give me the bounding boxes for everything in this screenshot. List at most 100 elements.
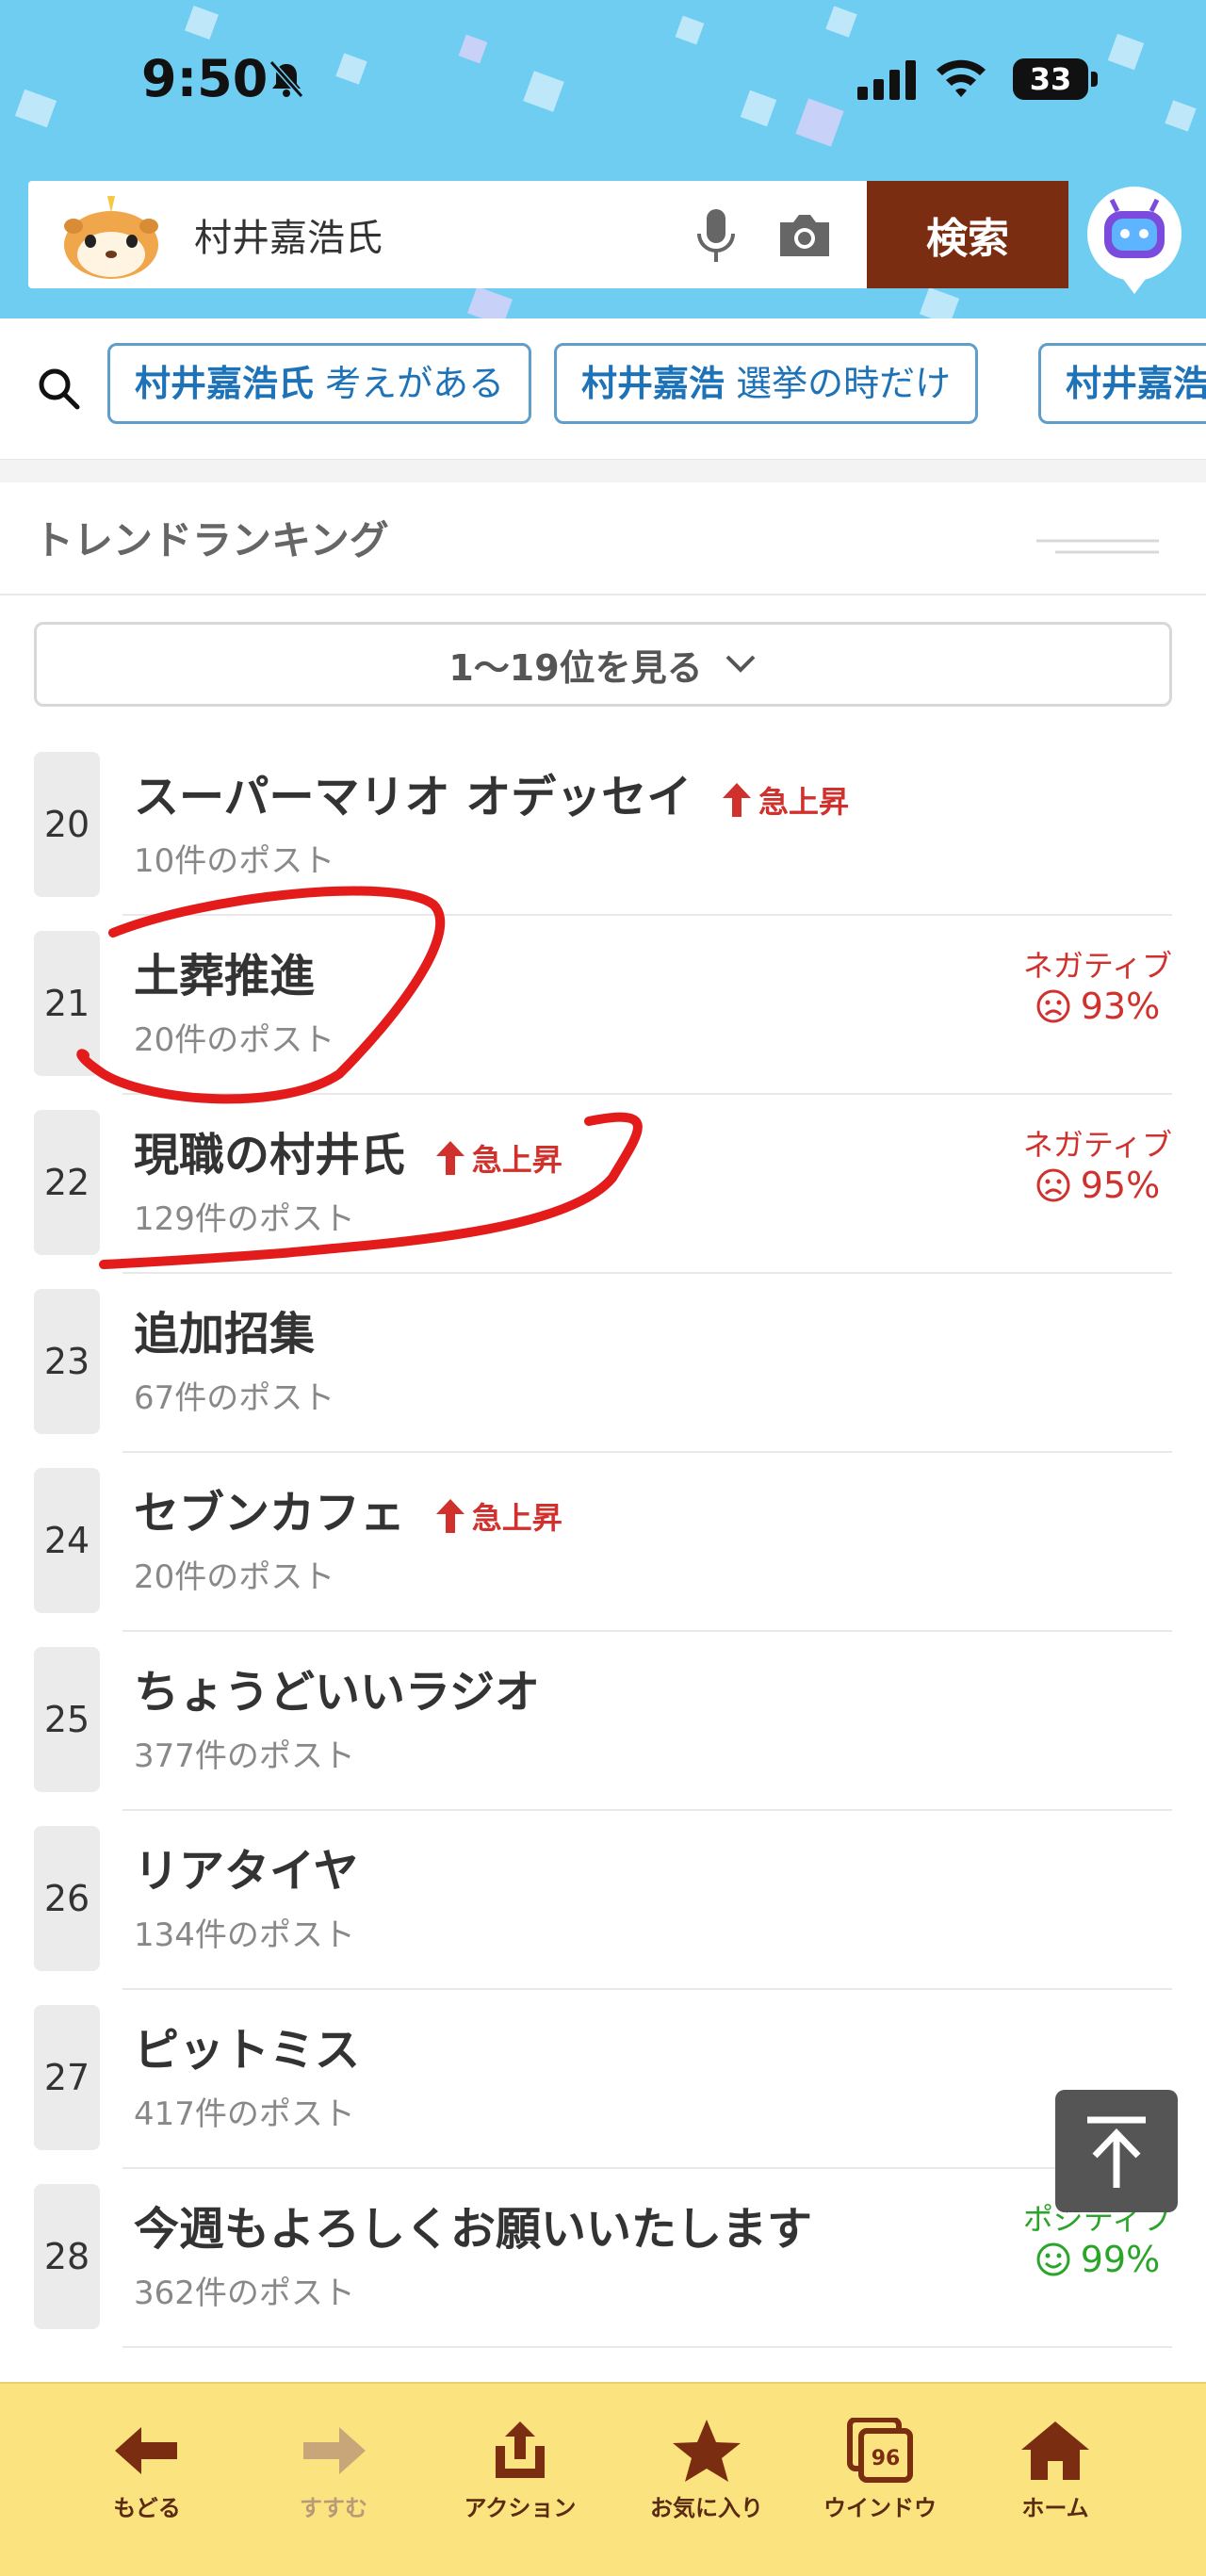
rank-number: 24 — [34, 1468, 100, 1613]
divider — [122, 2346, 1172, 2348]
section-gap — [0, 460, 1206, 482]
window-count-badge: 96 — [872, 2447, 901, 2470]
ranking-row[interactable]: 27 ピットミス 417件のポスト — [0, 1990, 1206, 2169]
camera-icon[interactable] — [774, 209, 835, 262]
chip-keyword: 村井嘉浩氏 — [135, 363, 315, 404]
nav-action[interactable]: アクション — [445, 2418, 595, 2522]
nav-favorites[interactable]: お気に入り — [631, 2418, 782, 2522]
nav-label: すすむ — [300, 2495, 367, 2521]
scroll-to-top-button[interactable] — [1055, 2090, 1178, 2212]
arrow-up-icon — [1087, 2116, 1146, 2188]
sentiment-indicator: ネガティブ 95% — [1023, 1121, 1172, 1207]
post-count: 362件のポスト — [134, 2274, 355, 2312]
trend-title: リアタイヤ — [134, 1845, 359, 1898]
status-bar: 9:50 33 — [0, 0, 1206, 160]
chip-suffix: 選挙の時だけ — [725, 363, 952, 404]
search-bar: 検索 — [28, 181, 1068, 288]
trend-title-text: 現職の村井氏 — [134, 1129, 406, 1182]
windows-icon: 96 — [847, 2418, 913, 2483]
rising-badge: 急上昇 — [435, 1136, 562, 1180]
smile-face-icon — [1036, 2242, 1070, 2276]
rank-number: 22 — [34, 1110, 100, 1255]
ranking-row[interactable]: 24 セブンカフェ 急上昇 20件のポスト — [0, 1453, 1206, 1632]
home-icon — [1021, 2421, 1089, 2480]
trend-title: 追加招集 — [134, 1308, 316, 1361]
rising-badge: 急上昇 — [435, 1494, 562, 1538]
blurred-decoration — [1036, 539, 1159, 554]
sentiment-value: 93% — [1080, 986, 1161, 1027]
nav-label: お気に入り — [650, 2495, 763, 2521]
post-count: 10件のポスト — [134, 842, 335, 880]
ranking-row[interactable]: 28 今週もよろしくお願いいたします 362件のポスト ポジティブ 99% — [0, 2169, 1206, 2348]
trend-title: セブンカフェ 急上昇 — [134, 1475, 562, 1541]
post-count: 134件のポスト — [134, 1916, 355, 1954]
expand-label: 1〜19位を見る — [448, 646, 703, 689]
wifi-icon — [937, 59, 986, 97]
nav-label: ウインドウ — [823, 2495, 937, 2521]
chip-keyword: 村井嘉浩 — [581, 363, 725, 404]
rank-number: 27 — [34, 2005, 100, 2150]
bottom-navigation: もどる すすむ アクション お気に入り 96 ウインドウ ホーム — [0, 2382, 1206, 2576]
nav-home[interactable]: ホーム — [980, 2418, 1131, 2522]
nav-label: ホーム — [1021, 2495, 1089, 2521]
post-count: 20件のポスト — [134, 1021, 335, 1059]
rank-number: 26 — [34, 1826, 100, 1971]
search-icon — [39, 368, 80, 410]
trend-title: スーパーマリオ オデッセイ 急上昇 — [134, 759, 849, 825]
divider — [0, 594, 1206, 595]
post-count: 377件のポスト — [134, 1737, 355, 1775]
sentiment-indicator: ネガティブ 93% — [1023, 942, 1172, 1028]
battery-level: 33 — [1029, 61, 1072, 97]
suggestion-chip[interactable]: 村井嘉浩 — [1038, 343, 1206, 424]
nav-windows[interactable]: 96 ウインドウ — [805, 2418, 955, 2522]
trend-title: 現職の村井氏 急上昇 — [134, 1117, 562, 1183]
search-input[interactable] — [194, 200, 675, 269]
post-count: 67件のポスト — [134, 1379, 335, 1417]
search-button[interactable]: 検索 — [867, 181, 1068, 288]
rank-number: 25 — [34, 1647, 100, 1792]
sad-face-icon — [1036, 1168, 1070, 1202]
share-icon — [496, 2421, 545, 2478]
status-time: 9:50 — [141, 49, 269, 108]
sad-face-icon — [1036, 989, 1070, 1023]
show-top-ranks-button[interactable]: 1〜19位を見る — [34, 622, 1172, 707]
suggestion-chip[interactable]: 村井嘉浩 選挙の時だけ — [554, 343, 979, 424]
chip-suffix: 考えがある — [314, 363, 505, 404]
nav-forward[interactable]: すすむ — [258, 2418, 409, 2522]
ranking-row[interactable]: 22 現職の村井氏 急上昇 129件のポスト ネガティブ 95% — [0, 1095, 1206, 1274]
sentiment-value: 95% — [1080, 1165, 1161, 1206]
confetti — [467, 286, 513, 318]
assistant-bot-icon[interactable] — [1085, 185, 1183, 296]
post-count: 129件のポスト — [134, 1200, 355, 1238]
microphone-icon[interactable] — [688, 205, 744, 266]
suggestion-chip[interactable]: 村井嘉浩氏 考えがある — [107, 343, 532, 424]
rank-number: 21 — [34, 931, 100, 1076]
rising-label: 急上昇 — [758, 784, 849, 820]
ranking-row[interactable]: 23 追加招集 67件のポスト — [0, 1274, 1206, 1453]
rising-label: 急上昇 — [471, 1500, 562, 1536]
trend-title-text: スーパーマリオ オデッセイ — [134, 771, 693, 823]
signal-icon — [857, 60, 916, 100]
trend-title: ピットミス — [134, 2024, 361, 2077]
mascot-logo[interactable] — [55, 188, 168, 283]
rank-number: 23 — [34, 1289, 100, 1434]
bell-off-icon — [269, 60, 304, 98]
rising-label: 急上昇 — [471, 1142, 562, 1178]
nav-label: アクション — [464, 2495, 577, 2521]
post-count: 417件のポスト — [134, 2095, 355, 2133]
ranking-row[interactable]: 26 リアタイヤ 134件のポスト — [0, 1811, 1206, 1990]
sentiment-label: ネガティブ — [1022, 1127, 1172, 1163]
sentiment-value: 99% — [1080, 2239, 1161, 2280]
rising-badge: 急上昇 — [722, 778, 849, 822]
header: 9:50 33 村井嘉浩氏 検索 — [0, 0, 1206, 318]
ranking-row[interactable]: 25 ちょうどいいラジオ 377件のポスト — [0, 1632, 1206, 1811]
trend-title: 今週もよろしくお願いいたします — [134, 2203, 813, 2256]
nav-label: もどる — [113, 2495, 181, 2521]
nav-back[interactable]: もどる — [72, 2418, 222, 2522]
ranking-row[interactable]: 20 スーパーマリオ オデッセイ 急上昇 10件のポスト — [0, 737, 1206, 916]
rank-number: 20 — [34, 752, 100, 897]
back-arrow-icon — [115, 2427, 177, 2474]
ranking-row[interactable]: 21 土葬推進 20件のポスト ネガティブ 93% — [0, 916, 1206, 1095]
rank-number: 28 — [34, 2184, 100, 2329]
trend-title-text: セブンカフェ — [134, 1487, 406, 1540]
